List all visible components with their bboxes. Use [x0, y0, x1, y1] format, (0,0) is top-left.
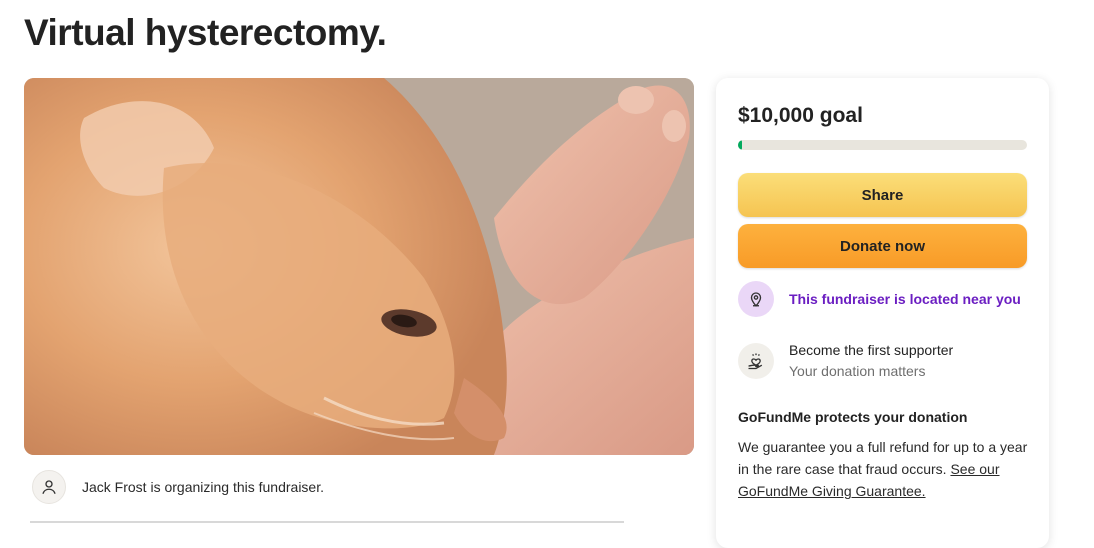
supporter-title: Become the first supporter: [789, 342, 954, 358]
page-title: Virtual hysterectomy.: [24, 12, 387, 53]
share-button[interactable]: Share: [738, 173, 1027, 217]
protection-title: GoFundMe protects your donation: [738, 409, 968, 425]
donation-card: $10,000 goal Share Donate now This fundr…: [716, 78, 1049, 548]
heart-hand-icon: [738, 342, 774, 379]
cat-photo-image: [24, 78, 694, 455]
protection-text: We guarantee you a full refund for up to…: [738, 436, 1030, 502]
progress-bar: [738, 140, 1027, 150]
supporter-subtitle: Your donation matters: [789, 363, 926, 379]
map-pin-icon: [738, 281, 774, 317]
person-icon: [32, 470, 66, 504]
location-text: This fundraiser is located near you: [789, 291, 1021, 307]
progress-fill: [738, 140, 743, 150]
supporter-row: Become the first supporter Your donation…: [738, 342, 953, 379]
organizer-text: Jack Frost is organizing this fundraiser…: [82, 479, 324, 495]
donate-now-button[interactable]: Donate now: [738, 224, 1027, 268]
divider: [30, 521, 624, 523]
location-row: This fundraiser is located near you: [738, 281, 1021, 317]
fundraiser-photo[interactable]: [24, 78, 694, 455]
organizer-row: Jack Frost is organizing this fundraiser…: [32, 470, 324, 504]
goal-amount: $10,000 goal: [738, 104, 863, 127]
